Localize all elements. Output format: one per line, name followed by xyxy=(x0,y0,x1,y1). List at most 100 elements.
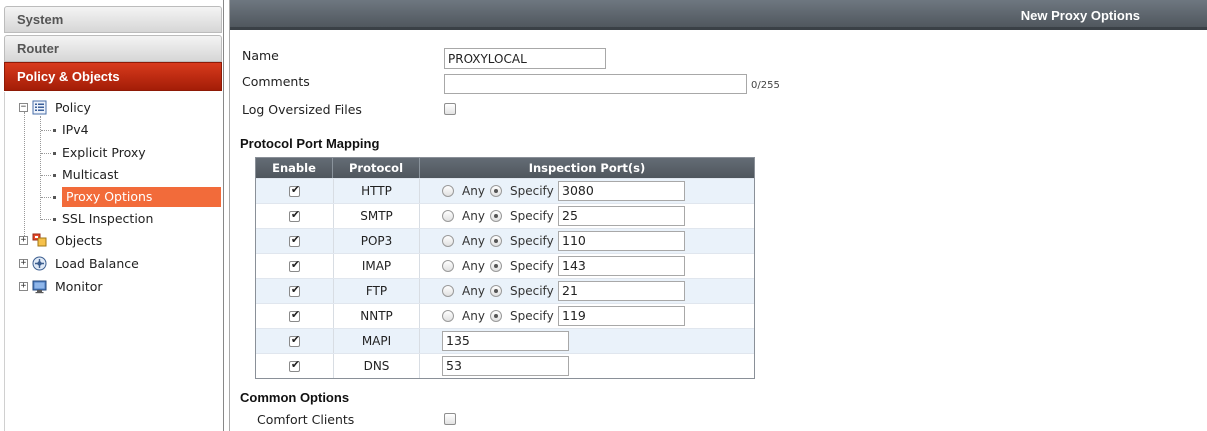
radio-specify[interactable] xyxy=(490,235,502,247)
ports-cell: Any Specify 3080 xyxy=(420,179,755,203)
radio-specify[interactable] xyxy=(490,185,502,197)
checkmark-icon: ✔ xyxy=(290,308,301,321)
radio-specify[interactable] xyxy=(490,260,502,272)
radio-any[interactable] xyxy=(442,260,454,272)
radio-any[interactable] xyxy=(442,185,454,197)
table-body: ✔ HTTP Any Specify 3080 ✔ SMTP Any Specify 25 ✔ POP… xyxy=(256,178,754,378)
radio-specify-label: Specify xyxy=(510,284,554,298)
radio-any[interactable] xyxy=(442,310,454,322)
protocol-cell: HTTP xyxy=(333,179,420,203)
nav-router[interactable]: Router xyxy=(4,35,222,62)
tree-guide-line xyxy=(40,116,41,220)
enable-checkbox[interactable]: ✔ xyxy=(289,233,301,247)
radio-any-label: Any xyxy=(462,209,485,223)
table-row: ✔ DNS 53 xyxy=(256,353,754,378)
protocol-cell: FTP xyxy=(333,279,420,303)
protocol-port-mapping-title: Protocol Port Mapping xyxy=(240,136,380,151)
nav-policy-objects[interactable]: Policy & Objects xyxy=(4,62,222,91)
enable-cell: ✔ xyxy=(256,229,333,253)
column-header-enable: Enable xyxy=(256,158,333,178)
checkmark-icon: ✔ xyxy=(290,333,301,346)
enable-cell: ✔ xyxy=(256,354,333,378)
tree-item-proxy-options[interactable]: Proxy Options xyxy=(53,187,221,207)
comments-label: Comments xyxy=(242,74,310,89)
log-oversized-label: Log Oversized Files xyxy=(242,102,362,117)
enable-checkbox[interactable]: ✔ xyxy=(289,208,300,222)
tree-item-explicit-proxy[interactable]: Explicit Proxy xyxy=(53,143,146,163)
port-input[interactable]: 25 xyxy=(558,206,685,226)
comments-textarea[interactable] xyxy=(444,74,747,94)
enable-checkbox[interactable]: ✔ xyxy=(289,283,300,297)
radio-any[interactable] xyxy=(442,285,454,297)
radio-any[interactable] xyxy=(442,210,454,222)
tree-branch xyxy=(41,175,51,176)
enable-checkbox[interactable]: ✔ xyxy=(289,333,301,347)
tree-item-ssl-inspection[interactable]: SSL Inspection xyxy=(53,209,153,229)
enable-checkbox[interactable]: ✔ xyxy=(289,183,300,197)
port-input[interactable]: 110 xyxy=(558,231,685,251)
ports-cell: Any Specify 21 xyxy=(420,279,755,303)
enable-checkbox[interactable]: ✔ xyxy=(289,358,300,372)
checkmark-icon: ✔ xyxy=(290,258,301,271)
expand-toggle-icon[interactable]: + xyxy=(19,236,28,245)
comfort-clients-checkbox[interactable] xyxy=(444,413,456,425)
tree-item-multicast[interactable]: Multicast xyxy=(53,165,119,185)
tree-item-label: Monitor xyxy=(55,279,103,294)
collapse-toggle-icon[interactable]: − xyxy=(19,103,28,112)
name-input[interactable] xyxy=(444,48,606,69)
protocol-cell: POP3 xyxy=(333,229,420,253)
radio-specify-label: Specify xyxy=(510,259,554,273)
nav-tree: − Policy IPv4 Explicit Proxy Multicast P… xyxy=(4,92,222,431)
protocol-port-table: Enable Protocol Inspection Port(s) ✔ HTTP… xyxy=(255,157,755,379)
radio-any[interactable] xyxy=(442,235,454,247)
enable-checkbox[interactable]: ✔ xyxy=(289,308,301,322)
checkmark-icon: ✔ xyxy=(290,233,301,246)
protocol-cell: MAPI xyxy=(333,329,420,353)
column-header-inspection-ports: Inspection Port(s) xyxy=(528,161,646,175)
page-title: New Proxy Options xyxy=(230,0,1207,30)
main-panel: New Proxy Options Name Comments 0/255 Lo… xyxy=(229,0,1207,431)
tree-guide-line xyxy=(24,112,25,244)
bullet-icon xyxy=(53,196,56,199)
radio-specify-label: Specify xyxy=(510,234,554,248)
port-input[interactable]: 135 xyxy=(442,331,569,351)
log-oversized-checkbox[interactable] xyxy=(444,103,456,115)
tree-item-monitor[interactable]: Monitor xyxy=(51,277,107,297)
tree-item-label: Explicit Proxy xyxy=(62,145,146,160)
radio-specify[interactable] xyxy=(490,285,502,297)
protocol-cell: DNS xyxy=(333,354,420,378)
tree-branch xyxy=(41,219,51,220)
table-row: ✔ NNTP Any Specify 119 xyxy=(256,303,754,328)
expand-toggle-icon[interactable]: + xyxy=(19,282,28,291)
tree-item-label: Objects xyxy=(55,233,103,248)
ports-cell: 135 xyxy=(420,329,755,353)
expand-toggle-icon[interactable]: + xyxy=(19,259,28,268)
column-header-protocol: Protocol xyxy=(333,158,420,178)
port-input[interactable]: 3080 xyxy=(558,181,685,201)
port-input[interactable]: 21 xyxy=(558,281,685,301)
port-input[interactable]: 143 xyxy=(558,256,685,276)
radio-specify[interactable] xyxy=(490,210,502,222)
tree-item-ipv4[interactable]: IPv4 xyxy=(53,120,89,140)
protocol-cell: IMAP xyxy=(333,254,420,278)
table-row: ✔ SMTP Any Specify 25 xyxy=(256,203,754,228)
enable-checkbox[interactable]: ✔ xyxy=(289,258,301,272)
radio-specify[interactable] xyxy=(490,310,502,322)
port-input[interactable]: 119 xyxy=(558,306,685,326)
port-input[interactable]: 53 xyxy=(442,356,569,376)
name-label: Name xyxy=(242,48,279,63)
ports-cell: Any Specify 119 xyxy=(420,304,755,328)
policy-list-icon xyxy=(32,100,47,115)
common-options-title: Common Options xyxy=(240,390,350,405)
tree-branch xyxy=(41,197,51,198)
tree-item-objects[interactable]: Objects xyxy=(51,231,106,251)
tree-item-policy[interactable]: Policy xyxy=(51,98,95,118)
bullet-icon xyxy=(53,129,56,132)
table-row: ✔ IMAP Any Specify 143 xyxy=(256,253,754,278)
load-balance-icon xyxy=(32,256,47,271)
enable-cell: ✔ xyxy=(256,254,333,278)
nav-system[interactable]: System xyxy=(4,6,222,33)
tree-item-load-balance[interactable]: Load Balance xyxy=(51,254,143,274)
bullet-icon xyxy=(53,218,56,221)
enable-cell: ✔ xyxy=(256,279,333,303)
